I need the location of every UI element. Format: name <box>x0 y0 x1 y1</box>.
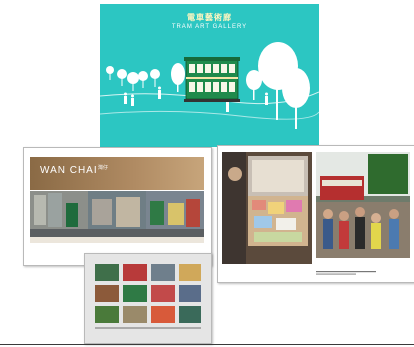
photo-gallery-page <box>84 253 212 344</box>
bottom-rule <box>0 344 414 345</box>
gallery-thumbnails <box>95 264 201 329</box>
market-spread <box>217 145 414 283</box>
wanchai-banner: WAN CHAI 灣仔 <box>30 157 204 190</box>
strip-footer <box>30 237 204 243</box>
photo-caption <box>316 263 408 275</box>
cover-illustration <box>100 42 319 129</box>
tram-illustration <box>184 57 240 102</box>
wanchai-spread: WAN CHAI 灣仔 <box>23 147 212 266</box>
market-photos <box>222 152 410 264</box>
book-cover: 電車藝術廊 TRAM ART GALLERY <box>100 4 319 147</box>
wanchai-subtitle: 灣仔 <box>98 165 109 171</box>
street-photo-strip <box>30 191 204 237</box>
wanchai-title: WAN CHAI <box>40 165 98 176</box>
